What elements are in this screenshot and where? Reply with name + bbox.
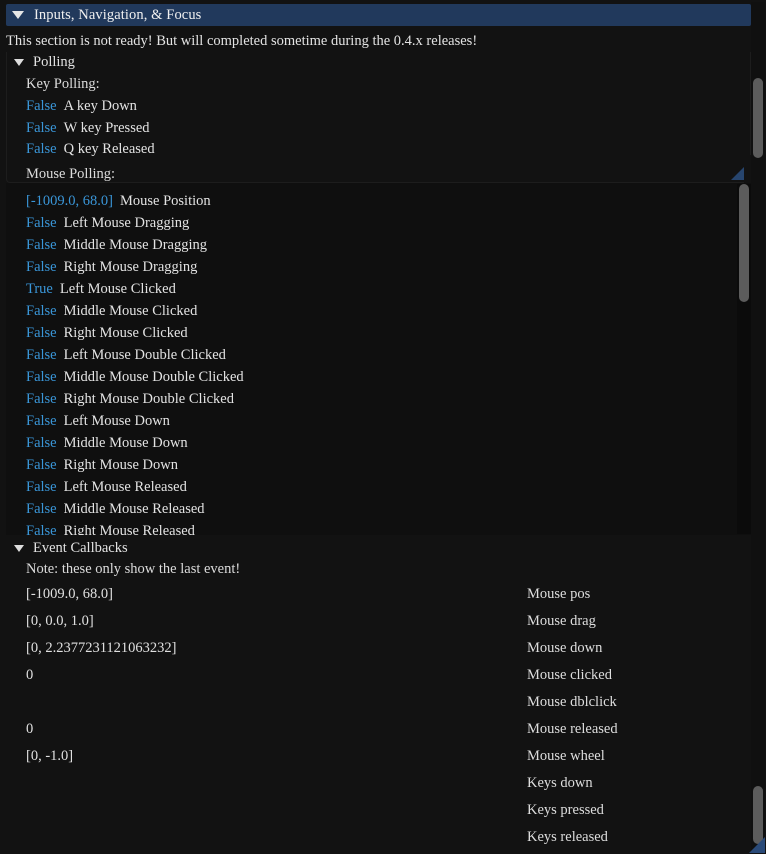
tree-node-event-callbacks[interactable]: Event Callbacks xyxy=(14,540,128,557)
state-desc: Q key Released xyxy=(63,141,155,157)
state-desc: Middle Mouse Down xyxy=(63,435,188,451)
state-row-left-mouse-double-clicked: False Left Mouse Double Clicked xyxy=(26,347,226,363)
state-desc: Left Mouse Dragging xyxy=(63,215,190,231)
state-desc: Right Mouse Down xyxy=(63,457,179,473)
callback-label-keys-down: Keys down xyxy=(527,775,593,791)
inner-vertical-scrollbar[interactable] xyxy=(737,184,751,534)
state-desc: Right Mouse Clicked xyxy=(63,325,188,341)
callback-label-mouse-released: Mouse released xyxy=(527,721,618,737)
state-value: False xyxy=(26,303,57,319)
callback-value-mouse-down: [0, 2.2377231121063232] xyxy=(26,640,177,656)
state-desc: Right Mouse Double Clicked xyxy=(63,391,234,407)
state-value: False xyxy=(26,347,57,363)
state-desc: Left Mouse Released xyxy=(63,479,187,495)
callback-value-mouse-wheel: [0, -1.0] xyxy=(26,748,74,764)
callback-label-mouse-drag: Mouse drag xyxy=(527,613,596,629)
state-row-right-mouse-clicked: False Right Mouse Clicked xyxy=(26,325,188,341)
state-row-right-mouse-released: False Right Mouse Released xyxy=(26,523,195,535)
outer-vertical-scrollbar[interactable] xyxy=(751,2,765,852)
state-row-left-mouse-dragging: False Left Mouse Dragging xyxy=(26,215,189,231)
callback-label-keys-pressed: Keys pressed xyxy=(527,802,604,818)
mouse-polling-child-window: [-1009.0, 68.0] Mouse Position False Left … xyxy=(6,183,751,535)
state-row-middle-mouse-dragging: False Middle Mouse Dragging xyxy=(26,237,207,253)
state-row-right-mouse-dragging: False Right Mouse Dragging xyxy=(26,259,197,275)
inner-scrollbar-thumb[interactable] xyxy=(739,184,749,302)
callback-label-mouse-dblclick: Mouse dblclick xyxy=(527,694,617,710)
event-callbacks-note: Note: these only show the last event! xyxy=(26,561,241,577)
state-value: False xyxy=(26,523,57,535)
section-notice-text: This section is not ready! But will comp… xyxy=(6,33,478,49)
state-value: False xyxy=(26,120,57,136)
state-row-w-key-pressed: False W key Pressed xyxy=(26,120,150,136)
state-desc: Left Mouse Double Clicked xyxy=(63,347,226,363)
state-desc: Middle Mouse Released xyxy=(63,501,205,517)
tree-node-polling[interactable]: Polling xyxy=(14,54,75,71)
state-desc: W key Pressed xyxy=(63,120,150,136)
state-value: [-1009.0, 68.0] xyxy=(26,193,113,209)
key-polling-label: Key Polling: xyxy=(26,76,100,92)
outer-scrollbar-thumb-lower[interactable] xyxy=(753,786,763,844)
callback-value-mouse-drag: [0, 0.0, 1.0] xyxy=(26,613,94,629)
triangle-down-icon xyxy=(12,11,24,19)
state-value: False xyxy=(26,369,57,385)
state-desc: Middle Mouse Double Clicked xyxy=(63,369,244,385)
callback-label-mouse-wheel: Mouse wheel xyxy=(527,748,605,764)
state-row-left-mouse-down: False Left Mouse Down xyxy=(26,413,170,429)
callback-label-mouse-pos: Mouse pos xyxy=(527,586,591,602)
state-desc: Middle Mouse Clicked xyxy=(63,303,198,319)
callback-label-mouse-clicked: Mouse clicked xyxy=(527,667,612,683)
state-value: False xyxy=(26,501,57,517)
state-desc: Middle Mouse Dragging xyxy=(63,237,207,253)
section-header-label: Inputs, Navigation, & Focus xyxy=(34,6,202,23)
callback-value-mouse-released: 0 xyxy=(26,721,34,737)
state-value: False xyxy=(26,215,57,231)
callback-value-mouse-clicked: 0 xyxy=(26,667,34,683)
window-resize-grip[interactable] xyxy=(749,837,765,853)
state-row-right-mouse-double-clicked: False Right Mouse Double Clicked xyxy=(26,391,234,407)
state-value: True xyxy=(26,281,53,297)
state-desc: A key Down xyxy=(63,98,137,114)
mouse-polling-label: Mouse Polling: xyxy=(26,166,116,182)
state-row-q-key-released: False Q key Released xyxy=(26,141,155,157)
triangle-down-icon xyxy=(14,59,24,66)
imgui-window: Inputs, Navigation, & Focus This section… xyxy=(0,0,766,854)
state-row-left-mouse-clicked: True Left Mouse Clicked xyxy=(26,281,176,297)
state-value: False xyxy=(26,325,57,341)
state-value: False xyxy=(26,141,57,157)
state-value: False xyxy=(26,98,57,114)
state-row-right-mouse-down: False Right Mouse Down xyxy=(26,457,178,473)
state-row-middle-mouse-double-clicked: False Middle Mouse Double Clicked xyxy=(26,369,244,385)
callback-label-keys-released: Keys released xyxy=(527,829,608,845)
state-desc: Right Mouse Released xyxy=(63,523,195,535)
tree-node-event-callbacks-label: Event Callbacks xyxy=(33,540,128,556)
state-row-middle-mouse-released: False Middle Mouse Released xyxy=(26,501,205,517)
state-value: False xyxy=(26,237,57,253)
state-desc: Right Mouse Dragging xyxy=(63,259,198,275)
state-desc: Left Mouse Down xyxy=(63,413,170,429)
tree-node-polling-label: Polling xyxy=(33,54,75,70)
state-value: False xyxy=(26,413,57,429)
callback-label-mouse-down: Mouse down xyxy=(527,640,603,656)
state-value: False xyxy=(26,391,57,407)
state-value: False xyxy=(26,259,57,275)
state-row-mouse-position: [-1009.0, 68.0] Mouse Position xyxy=(26,193,211,209)
state-row-middle-mouse-clicked: False Middle Mouse Clicked xyxy=(26,303,197,319)
state-desc: Left Mouse Clicked xyxy=(59,281,176,297)
section-header-inputs-navigation-focus[interactable]: Inputs, Navigation, & Focus xyxy=(6,4,751,26)
callback-value-mouse-pos: [-1009.0, 68.0] xyxy=(26,586,113,602)
state-value: False xyxy=(26,457,57,473)
triangle-down-icon xyxy=(14,545,24,552)
state-row-a-key-down: False A key Down xyxy=(26,98,137,114)
state-desc: Mouse Position xyxy=(120,193,211,209)
outer-scrollbar-thumb-upper[interactable] xyxy=(753,78,763,158)
state-value: False xyxy=(26,435,57,451)
state-value: False xyxy=(26,479,57,495)
key-polling-panel-border xyxy=(6,52,751,183)
state-row-left-mouse-released: False Left Mouse Released xyxy=(26,479,187,495)
state-row-middle-mouse-down: False Middle Mouse Down xyxy=(26,435,188,451)
